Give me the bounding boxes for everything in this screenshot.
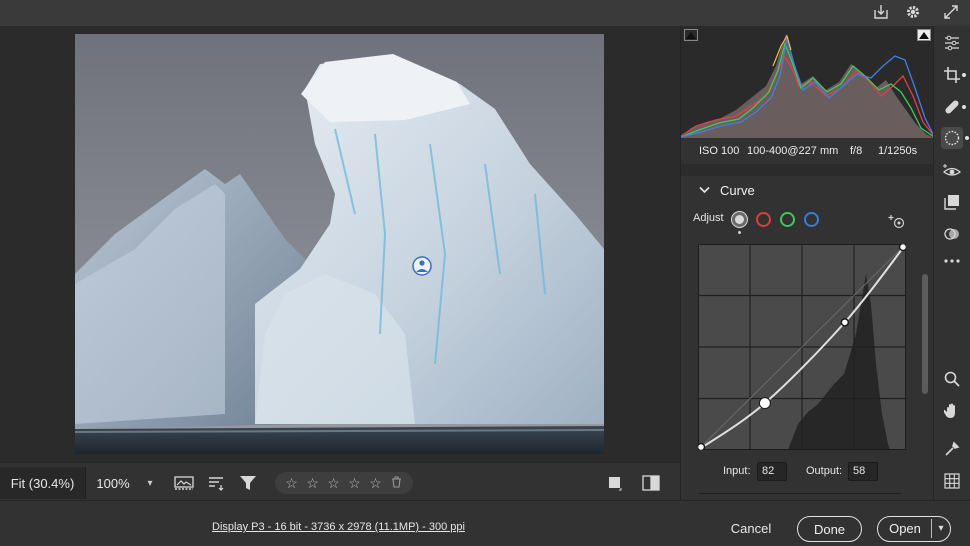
curve-io-row: Input: 82 Output: 58: [723, 462, 923, 482]
lens-value: 100-400@227 mm: [747, 145, 839, 157]
filmstrip-icon[interactable]: [173, 473, 195, 493]
histogram: [680, 26, 935, 138]
view-toolbar: Fit (30.4%) 100% ▾ ☆ ☆ ☆ ☆ ☆: [0, 462, 680, 500]
star-3-icon[interactable]: ☆: [326, 476, 341, 490]
image-canvas[interactable]: [0, 26, 680, 462]
sort-icon[interactable]: [205, 473, 227, 493]
red-channel-button[interactable]: [756, 212, 771, 227]
iceberg-photo[interactable]: [75, 34, 604, 454]
blue-channel-button[interactable]: [804, 212, 819, 227]
highlight-clipping-icon[interactable]: [917, 28, 931, 41]
gear-icon[interactable]: [902, 1, 924, 23]
curve-point[interactable]: [898, 242, 908, 252]
tone-curve-graph[interactable]: [696, 242, 908, 452]
compare-view-icon[interactable]: [640, 473, 662, 493]
zoom-icon[interactable]: [941, 368, 963, 390]
expand-icon[interactable]: [940, 1, 962, 23]
camera-info: ISO 100 100-400@227 mm f/8 1/1250s: [681, 138, 934, 164]
green-channel-button[interactable]: [780, 212, 795, 227]
zoom-100-button[interactable]: 100%: [86, 467, 140, 499]
filter-icon[interactable]: [237, 473, 259, 493]
aperture-value: f/8: [850, 145, 863, 157]
healing-icon[interactable]: [941, 96, 966, 118]
curve-point[interactable]: [758, 397, 771, 410]
workflow-options-link[interactable]: Display P3 - 16 bit - 3736 x 2978 (11.1M…: [212, 521, 465, 533]
edit-icon[interactable]: [941, 32, 963, 54]
input-value-field[interactable]: 82: [757, 462, 787, 481]
panel-divider: [681, 164, 934, 176]
top-bar: [0, 0, 970, 26]
curve-point[interactable]: [840, 318, 850, 327]
iso-value: ISO 100: [699, 145, 740, 157]
input-label: Input:: [723, 465, 751, 477]
edit-panel: ISO 100 100-400@227 mm f/8 1/1250s Curve…: [680, 26, 935, 500]
output-value-field[interactable]: 58: [848, 462, 878, 481]
chevron-down-icon[interactable]: ▾: [140, 467, 160, 499]
chevron-down-icon[interactable]: ▾: [932, 517, 950, 540]
star-1-icon[interactable]: ☆: [284, 476, 299, 490]
masking-icon[interactable]: [941, 127, 969, 149]
parametric-channel-button[interactable]: [732, 212, 747, 227]
curve-point[interactable]: [696, 442, 706, 452]
grid-icon[interactable]: [941, 470, 963, 492]
star-4-icon[interactable]: ☆: [347, 476, 362, 490]
tool-rail: [933, 26, 970, 500]
snapshots-icon[interactable]: [941, 191, 963, 213]
curve-section: Curve Adjust Input: 82 Output: 58: [681, 176, 921, 500]
white-balance-icon[interactable]: [941, 438, 963, 460]
trash-icon[interactable]: [389, 476, 404, 490]
shadow-clipping-icon[interactable]: [684, 28, 698, 41]
before-after-toggle-icon[interactable]: [604, 473, 626, 493]
hand-icon[interactable]: [941, 400, 963, 422]
chevron-down-icon[interactable]: [699, 186, 710, 194]
section-separator: [699, 493, 901, 494]
targeted-adjustment-icon[interactable]: [888, 212, 906, 230]
red-eye-icon[interactable]: [941, 160, 963, 182]
more-icon[interactable]: [941, 250, 963, 272]
curve-header[interactable]: Curve: [699, 180, 755, 200]
adjust-label: Adjust: [693, 212, 724, 224]
done-button[interactable]: Done: [797, 516, 862, 542]
zoom-fit-button[interactable]: Fit (30.4%): [0, 467, 86, 499]
selected-channel-dot: [738, 231, 741, 234]
mask-pin-icon[interactable]: [412, 256, 432, 276]
shutter-value: 1/1250s: [878, 145, 918, 157]
scroll-thumb[interactable]: [922, 274, 928, 394]
star-2-icon[interactable]: ☆: [305, 476, 320, 490]
crop-icon[interactable]: [941, 64, 966, 86]
star-5-icon[interactable]: ☆: [368, 476, 383, 490]
presets-icon[interactable]: [941, 223, 963, 245]
curve-title: Curve: [720, 182, 755, 198]
open-button-label[interactable]: Open: [878, 517, 932, 540]
status-bar: Display P3 - 16 bit - 3736 x 2978 (11.1M…: [0, 500, 970, 546]
rating-bar: ☆ ☆ ☆ ☆ ☆: [275, 472, 413, 494]
save-icon[interactable]: [870, 1, 892, 23]
curve-adjust-row: Adjust: [693, 210, 913, 234]
cancel-button[interactable]: Cancel: [725, 517, 777, 539]
open-button[interactable]: Open ▾: [877, 516, 951, 542]
output-label: Output:: [806, 465, 843, 477]
